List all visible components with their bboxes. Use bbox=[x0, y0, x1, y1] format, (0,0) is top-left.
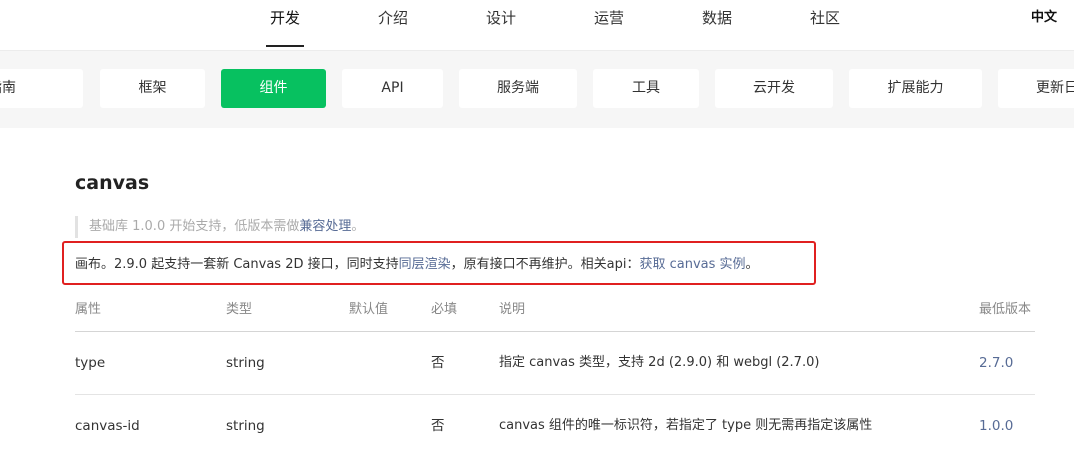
nav-item-label: 社区 bbox=[809, 9, 840, 27]
page-title: canvas bbox=[75, 172, 150, 194]
category-bar: 指南 框架 组件 API 服务端 工具 云开发 扩展能力 更新日 bbox=[0, 51, 1074, 128]
nav-item-label: 运营 bbox=[593, 9, 624, 27]
category-components[interactable]: 组件 bbox=[221, 69, 326, 108]
cell-min-version[interactable]: 2.7.0 bbox=[979, 353, 1013, 373]
nav-item-data[interactable]: 数据 bbox=[698, 0, 736, 50]
category-extensions[interactable]: 扩展能力 bbox=[849, 69, 982, 108]
support-note-suffix: 。 bbox=[351, 219, 365, 234]
nav-item-community[interactable]: 社区 bbox=[806, 0, 844, 50]
highlight-box bbox=[62, 241, 816, 285]
column-header-property: 属性 bbox=[75, 302, 102, 317]
top-nav: 开发 介绍 设计 运营 数据 社区 中文 bbox=[0, 0, 1074, 51]
table-row-divider bbox=[75, 394, 1035, 395]
category-framework[interactable]: 框架 bbox=[100, 69, 205, 108]
compat-link[interactable]: 兼容处理 bbox=[299, 219, 351, 234]
column-header-required: 必填 bbox=[431, 302, 458, 317]
cell-description: canvas 组件的唯一标识符，若指定了 type 则无需再指定该属性 bbox=[499, 418, 873, 433]
cell-description: 指定 canvas 类型，支持 2d (2.9.0) 和 webgl (2.7.… bbox=[499, 355, 820, 370]
language-switch[interactable]: 中文 bbox=[1031, 0, 1057, 36]
column-header-description: 说明 bbox=[499, 302, 526, 317]
nav-item-label: 介绍 bbox=[377, 9, 408, 27]
table-header-divider bbox=[75, 331, 1035, 332]
category-tools[interactable]: 工具 bbox=[593, 69, 699, 108]
nav-item-intro[interactable]: 介绍 bbox=[374, 0, 412, 50]
cell-type: string bbox=[226, 355, 265, 371]
category-guide[interactable]: 指南 bbox=[0, 69, 83, 108]
cell-type: string bbox=[226, 418, 265, 434]
nav-active-underline bbox=[266, 45, 304, 47]
nav-item-label: 开发 bbox=[269, 9, 300, 27]
category-changelog[interactable]: 更新日 bbox=[998, 69, 1074, 108]
column-header-type: 类型 bbox=[226, 302, 253, 317]
cell-min-version[interactable]: 1.0.0 bbox=[979, 416, 1013, 436]
category-api[interactable]: API bbox=[342, 69, 443, 108]
nav-item-label: 设计 bbox=[485, 9, 516, 27]
cell-property: type bbox=[75, 355, 106, 371]
cell-property: canvas-id bbox=[75, 418, 140, 434]
nav-item-develop[interactable]: 开发 bbox=[266, 0, 304, 50]
cell-required: 否 bbox=[431, 418, 445, 434]
column-header-min-version: 最低版本 bbox=[979, 302, 1032, 317]
category-cloud-dev[interactable]: 云开发 bbox=[715, 69, 833, 108]
category-server[interactable]: 服务端 bbox=[459, 69, 577, 108]
nav-item-design[interactable]: 设计 bbox=[482, 0, 520, 50]
column-header-default: 默认值 bbox=[349, 302, 389, 317]
support-note-text: 基础库 1.0.0 开始支持，低版本需做 bbox=[89, 219, 300, 234]
support-note: 基础库 1.0.0 开始支持，低版本需做兼容处理。 bbox=[75, 216, 364, 238]
nav-item-label: 数据 bbox=[701, 9, 732, 27]
cell-required: 否 bbox=[431, 355, 445, 371]
nav-item-operations[interactable]: 运营 bbox=[590, 0, 628, 50]
